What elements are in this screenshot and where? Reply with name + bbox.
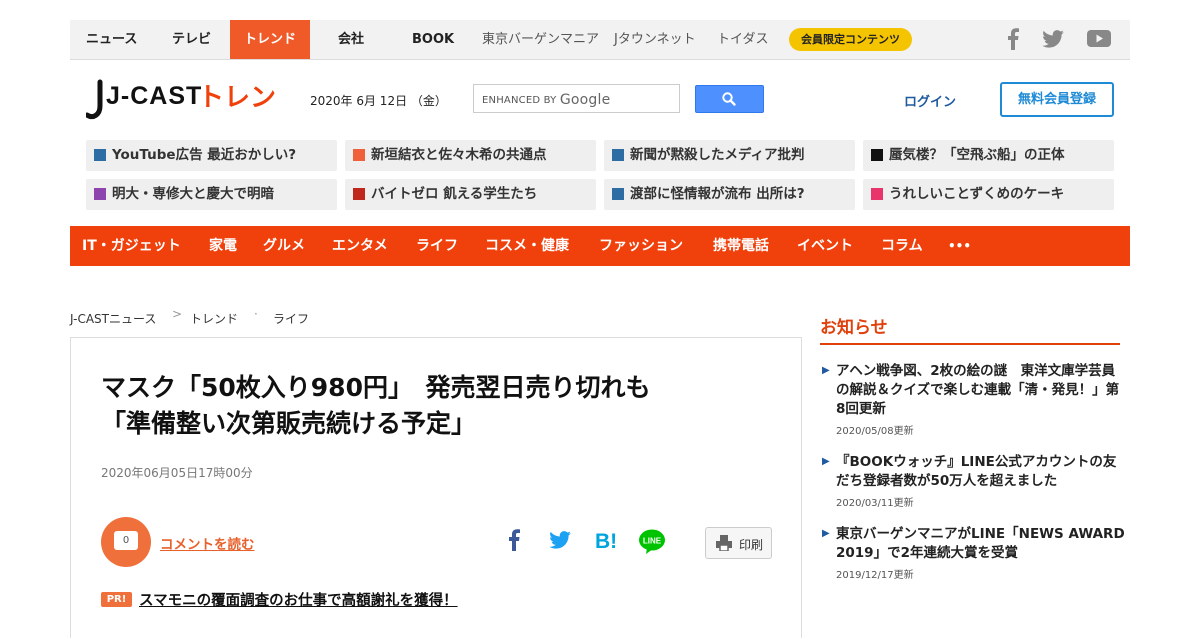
- news-item[interactable]: ▶ 東京バーゲンマニアがLINE「NEWS AWARD 2019」で2年連続大賞…: [822, 525, 1126, 581]
- nav-company[interactable]: 会社: [338, 20, 364, 59]
- breadcrumb-separator-icon: >: [172, 307, 183, 321]
- nav-toidasu[interactable]: トイダス: [717, 20, 768, 59]
- twitter-share-icon[interactable]: [549, 531, 571, 549]
- category-appliance[interactable]: 家電: [209, 226, 237, 266]
- comment-count-badge[interactable]: 0: [101, 517, 151, 567]
- register-button[interactable]: 無料会員登録: [1000, 82, 1114, 117]
- category-cosme-health[interactable]: コスメ・健康: [485, 226, 569, 266]
- trend-chip[interactable]: 明大・専修大と慶大で明暗: [86, 179, 337, 210]
- breadcrumb-separator-icon: ·: [254, 307, 258, 321]
- chevron-right-icon: ▶: [822, 365, 830, 376]
- nav-news[interactable]: ニュース: [86, 20, 137, 59]
- nav-jtown[interactable]: Jタウンネット: [614, 20, 696, 59]
- pr-link[interactable]: スマモニの覆面調査のお仕事で高額謝礼を獲得！: [139, 589, 458, 610]
- sidebar-heading: お知らせ: [820, 318, 888, 338]
- trend-chip[interactable]: 渡部に怪情報が流布 出所は?: [604, 179, 855, 210]
- trend-marker-icon: [612, 188, 624, 200]
- news-item[interactable]: ▶ 『BOOKウォッチ』LINE公式アカウントの友だち登録者数が50万人を超えま…: [822, 453, 1126, 509]
- current-date: 2020年 6月 12日 （金）: [310, 94, 447, 108]
- twitter-icon[interactable]: [1042, 30, 1064, 48]
- login-link[interactable]: ログイン: [904, 91, 956, 110]
- category-fashion[interactable]: ファッション: [599, 226, 683, 266]
- breadcrumb-jcast-news[interactable]: J-CASTニュース: [70, 310, 156, 327]
- line-share-icon[interactable]: LINE: [638, 527, 666, 555]
- news-date: 2020/05/08更新: [836, 426, 914, 437]
- print-button[interactable]: 印刷: [705, 527, 772, 559]
- hatena-bookmark-icon[interactable]: B!: [595, 529, 619, 551]
- printer-icon: [716, 535, 732, 551]
- category-gourmet[interactable]: グルメ: [263, 226, 305, 266]
- logo-main-text: J-CAST: [106, 82, 202, 110]
- search-placeholder: ENHANCED BY Google: [482, 92, 611, 108]
- category-column[interactable]: コラム: [881, 226, 923, 266]
- jcast-trend-logo: J-CAST トレンド: [84, 79, 302, 120]
- news-title[interactable]: 東京バーゲンマニアがLINE「NEWS AWARD 2019」で2年連続大賞を受…: [836, 525, 1126, 563]
- trend-chip[interactable]: うれしいことずくめのケーキ: [863, 179, 1114, 210]
- sidebar-divider: [820, 343, 1120, 345]
- article-date: 2020年06月05日17時00分: [101, 466, 253, 480]
- youtube-icon[interactable]: [1087, 30, 1111, 47]
- pr-badge: PR!: [101, 592, 132, 607]
- trend-marker-icon: [612, 149, 624, 161]
- trend-chip[interactable]: バイトゼロ 飢える学生たち: [345, 179, 596, 210]
- breadcrumb-trend[interactable]: トレンド: [190, 310, 238, 327]
- category-life[interactable]: ライフ: [416, 226, 458, 266]
- svg-text:B!: B!: [595, 530, 617, 551]
- print-label: 印刷: [739, 538, 764, 552]
- chevron-right-icon: ▶: [822, 456, 830, 467]
- trend-marker-icon: [353, 149, 365, 161]
- nav-book[interactable]: BOOK: [412, 20, 454, 59]
- category-mobile[interactable]: 携帯電話: [713, 226, 769, 266]
- category-entame[interactable]: エンタメ: [332, 226, 388, 266]
- trend-chip[interactable]: YouTube広告 最近おかしい?: [86, 140, 337, 171]
- category-it-gadget[interactable]: IT・ガジェット: [82, 226, 181, 266]
- facebook-share-icon[interactable]: [507, 528, 521, 552]
- more-icon[interactable]: •••: [948, 226, 971, 266]
- news-date: 2020/03/11更新: [836, 498, 914, 509]
- search-icon: [722, 92, 736, 106]
- member-contents-button[interactable]: 会員限定コンテンツ: [789, 28, 912, 51]
- category-bar: IT・ガジェット 家電 グルメ エンタメ ライフ コスメ・健康 ファッション 携…: [70, 226, 1130, 266]
- category-event[interactable]: イベント: [797, 226, 853, 266]
- trend-chip[interactable]: 新聞が黙殺したメディア批判: [604, 140, 855, 171]
- news-title[interactable]: アヘン戦争図、2枚の絵の謎 東洋文庫学芸員の解説＆クイズで楽しむ連載「清・発見！…: [836, 362, 1126, 419]
- news-item[interactable]: ▶ アヘン戦争図、2枚の絵の謎 東洋文庫学芸員の解説＆クイズで楽しむ連載「清・発…: [822, 362, 1126, 437]
- news-title[interactable]: 『BOOKウォッチ』LINE公式アカウントの友だち登録者数が50万人を超えました: [836, 453, 1126, 491]
- news-date: 2019/12/17更新: [836, 570, 914, 581]
- trend-marker-icon: [353, 188, 365, 200]
- breadcrumb-life[interactable]: ライフ: [273, 310, 309, 327]
- read-comments-link[interactable]: コメントを読む: [160, 533, 255, 553]
- trend-chip[interactable]: 新垣結衣と佐々木希の共通点: [345, 140, 596, 171]
- trend-marker-icon: [871, 188, 883, 200]
- nav-bargain-mania[interactable]: 東京バーゲンマニア: [482, 20, 599, 59]
- trend-chip[interactable]: 蜃気楼？「空飛ぶ船」の正体: [863, 140, 1114, 171]
- nav-tv[interactable]: テレビ: [172, 20, 211, 59]
- nav-trend[interactable]: トレンド: [230, 20, 310, 59]
- comment-bubble-icon: 0: [114, 531, 138, 550]
- svg-text:LINE: LINE: [643, 537, 662, 546]
- chevron-right-icon: ▶: [822, 528, 830, 539]
- article-box: マスク「50枚入り980円」 発売翌日売り切れも 「準備整い次第販売続ける予定」…: [70, 337, 802, 638]
- search-button[interactable]: [695, 85, 764, 113]
- search-input[interactable]: ENHANCED BY Google: [473, 84, 680, 113]
- logo-sub-text: トレンド: [198, 83, 281, 113]
- site-logo[interactable]: J-CAST トレンド: [84, 78, 302, 126]
- trend-marker-icon: [94, 188, 106, 200]
- trend-marker-icon: [94, 149, 106, 161]
- article-title: マスク「50枚入り980円」 発売翌日売り切れも 「準備整い次第販売続ける予定」: [101, 373, 651, 438]
- trend-marker-icon: [871, 149, 883, 161]
- top-nav: ニュース テレビ トレンド 会社 BOOK 東京バーゲンマニア Jタウンネット …: [70, 20, 1130, 60]
- facebook-icon[interactable]: [1006, 28, 1020, 50]
